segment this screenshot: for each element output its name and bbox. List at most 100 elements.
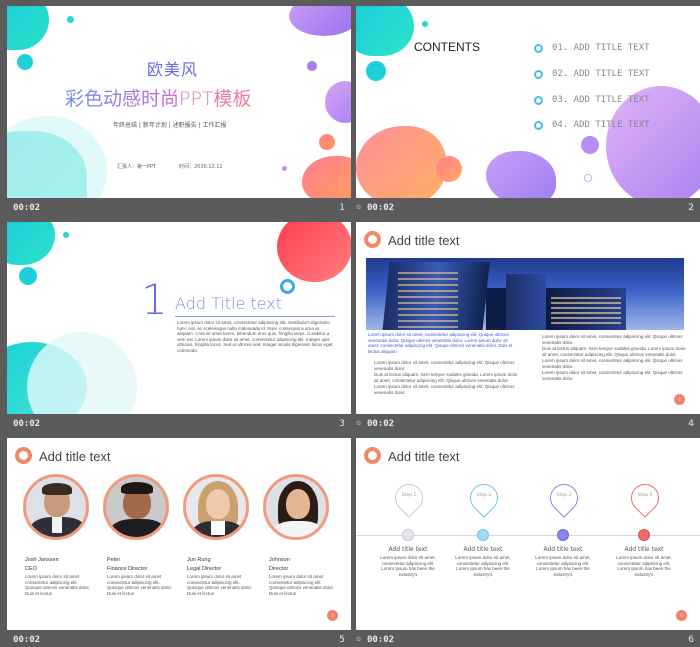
member-role: Finance Director — [107, 565, 148, 572]
team-avatar — [23, 474, 89, 540]
slide-4-canvas: Add title text Lorem ipsum dolor sit ame… — [356, 222, 700, 414]
member-bio: Lorem ipsum dolor sit amet consectetur a… — [25, 574, 91, 596]
slide-timing: 00:02 — [13, 419, 41, 429]
slide-title: Add title text — [39, 449, 111, 464]
member-name: Josh Janssen — [25, 557, 59, 563]
decor-blob — [289, 6, 351, 36]
slide-thumbnail-4[interactable]: Add title text Lorem ipsum dolor sit ame… — [356, 222, 700, 436]
title-underline — [175, 316, 335, 317]
step-pin — [544, 478, 584, 518]
team-member: Johnson Director Lorem ipsum dolor sit a… — [269, 557, 339, 596]
slide-number: 4 — [688, 419, 694, 429]
slide-timing: 00:02 — [367, 635, 395, 645]
bullet-item: Lorem ipsum dolor sit amet, consectetur … — [374, 360, 515, 371]
title-ring-icon — [364, 447, 381, 464]
star-icon: ✩ — [356, 634, 362, 644]
contents-heading: CONTENTS — [414, 40, 480, 54]
step-dot — [638, 529, 650, 541]
slide-number: 3 — [339, 419, 345, 429]
date: 时间：2030.12.12 — [179, 164, 223, 170]
slide-title: Add title text — [388, 233, 460, 248]
step-heading: Add title text — [543, 546, 583, 553]
bullet-ring-icon — [534, 96, 543, 105]
toc-item-label: 03. ADD TITLE TEXT — [552, 95, 650, 105]
member-name: Jun Rung — [187, 557, 211, 563]
page-badge: 6 — [676, 610, 687, 621]
section-number: 1 — [141, 275, 168, 324]
title-ring-icon — [364, 231, 381, 248]
team-member: Jun Rung Legal Director Lorem ipsum dolo… — [187, 557, 257, 596]
step-label: Step 2 — [476, 493, 492, 498]
building-photo — [366, 258, 684, 330]
step-text: Lorem ipsum dolor sit amet, consectetur … — [380, 555, 436, 577]
decor-blob — [67, 16, 74, 23]
member-bio: Lorem ipsum dolor sit amet consectetur a… — [107, 574, 173, 596]
slide-title: Add title text — [388, 449, 460, 464]
decor-blob — [486, 151, 556, 198]
slide-timing: 00:02 — [367, 203, 395, 213]
slide-2-canvas: CONTENTS 01. ADD TITLE TEXT 02. ADD TITL… — [356, 6, 700, 198]
page-badge: 5 — [327, 610, 338, 621]
decor-blob — [356, 126, 446, 198]
team-member: Peter Finance Director Lorem ipsum dolor… — [107, 557, 177, 596]
bullet-item: Lorem ipsum dolor sit amet, consectetur … — [542, 370, 683, 381]
slide-3-footer: 00:02 3 — [7, 416, 351, 434]
decor-blob — [307, 61, 317, 71]
member-role: CEO — [25, 565, 37, 572]
bullet-ring-icon — [534, 70, 543, 79]
slide-5-footer: 00:02 5 — [7, 632, 351, 647]
decor-blob — [282, 166, 287, 171]
slide-6-footer: ✩ 00:02 6 — [356, 632, 700, 647]
team-member: Josh Janssen CEO Lorem ipsum dolor sit a… — [25, 557, 95, 596]
decor-blob — [319, 134, 335, 150]
step-label: Step 3 — [556, 493, 572, 498]
decor-blob — [277, 222, 351, 282]
step-label: Step 1 — [401, 493, 417, 498]
slide-2-footer: ✩ 00:02 2 — [356, 200, 700, 218]
step-text: Lorem ipsum dolor sit amet, consectetur … — [616, 555, 672, 577]
step-pin — [389, 478, 429, 518]
page-badge: 4 — [674, 394, 685, 405]
member-bio: Lorem ipsum dolor sit amet consectetur a… — [269, 574, 335, 596]
star-icon: ✩ — [356, 418, 362, 428]
slide-thumbnail-2[interactable]: CONTENTS 01. ADD TITLE TEXT 02. ADD TITL… — [356, 6, 700, 220]
step-pin — [625, 478, 665, 518]
slide-number: 5 — [339, 635, 345, 645]
member-name: Peter — [107, 557, 121, 563]
member-role: Director — [269, 565, 289, 572]
decor-blob — [325, 81, 351, 123]
section-title: Add Title text — [175, 294, 283, 313]
slide-timing: 00:02 — [367, 419, 395, 429]
bullet-item: Lorem ipsum dolor sit amet, consectetur … — [542, 334, 683, 345]
slide-thumbnail-3[interactable]: 1 Add Title text Lorem ipsum dolor sit a… — [7, 222, 351, 436]
decor-blob — [7, 6, 49, 50]
decor-blob — [436, 156, 462, 182]
slide-thumbnail-1[interactable]: 欧美风 彩色动感时尚PPT模板 年终总结 | 新年计划 | 述职报告 | 工作汇… — [7, 6, 351, 220]
toc-item-label: 02. ADD TITLE TEXT — [552, 69, 650, 79]
step-dot — [402, 529, 414, 541]
step-heading: Add title text — [463, 546, 503, 553]
bullet-list-right: Lorem ipsum dolor sit amet, consectetur … — [536, 334, 686, 381]
highlight-text: Lorem ipsum dolor sit amet, consectetur … — [368, 332, 513, 354]
slide-thumbnail-5[interactable]: Add title text Josh Janssen CEO Lorem ip… — [7, 438, 351, 647]
team-avatar — [263, 474, 329, 540]
slide-number: 6 — [688, 635, 694, 645]
decor-blob — [302, 156, 351, 198]
bullet-item: Lorem ipsum dolor sit amet, consectetur … — [542, 358, 683, 369]
bullet-list-left: Lorem ipsum dolor sit amet, consectetur … — [368, 360, 518, 395]
section-body: Lorem ipsum dolor sit amet, consectetur … — [177, 320, 333, 353]
slide-4-footer: ✩ 00:02 4 — [356, 416, 700, 434]
slide-thumbnail-6[interactable]: Add title text Step 1 Add title text Lor… — [356, 438, 700, 647]
decor-blob — [17, 54, 33, 70]
decor-blob — [19, 267, 37, 285]
slide-3-canvas: 1 Add Title text Lorem ipsum dolor sit a… — [7, 222, 351, 414]
step-pin — [464, 478, 504, 518]
decor-blob — [7, 222, 55, 265]
title-ring-icon — [15, 447, 32, 464]
team-avatar — [183, 474, 249, 540]
slide-number: 2 — [688, 203, 694, 213]
member-bio: Lorem ipsum dolor sit amet consectetur a… — [187, 574, 253, 596]
decor-blob — [584, 174, 592, 182]
slide-6-canvas: Add title text Step 1 Add title text Lor… — [356, 438, 700, 630]
slide-5-canvas: Add title text Josh Janssen CEO Lorem ip… — [7, 438, 351, 630]
